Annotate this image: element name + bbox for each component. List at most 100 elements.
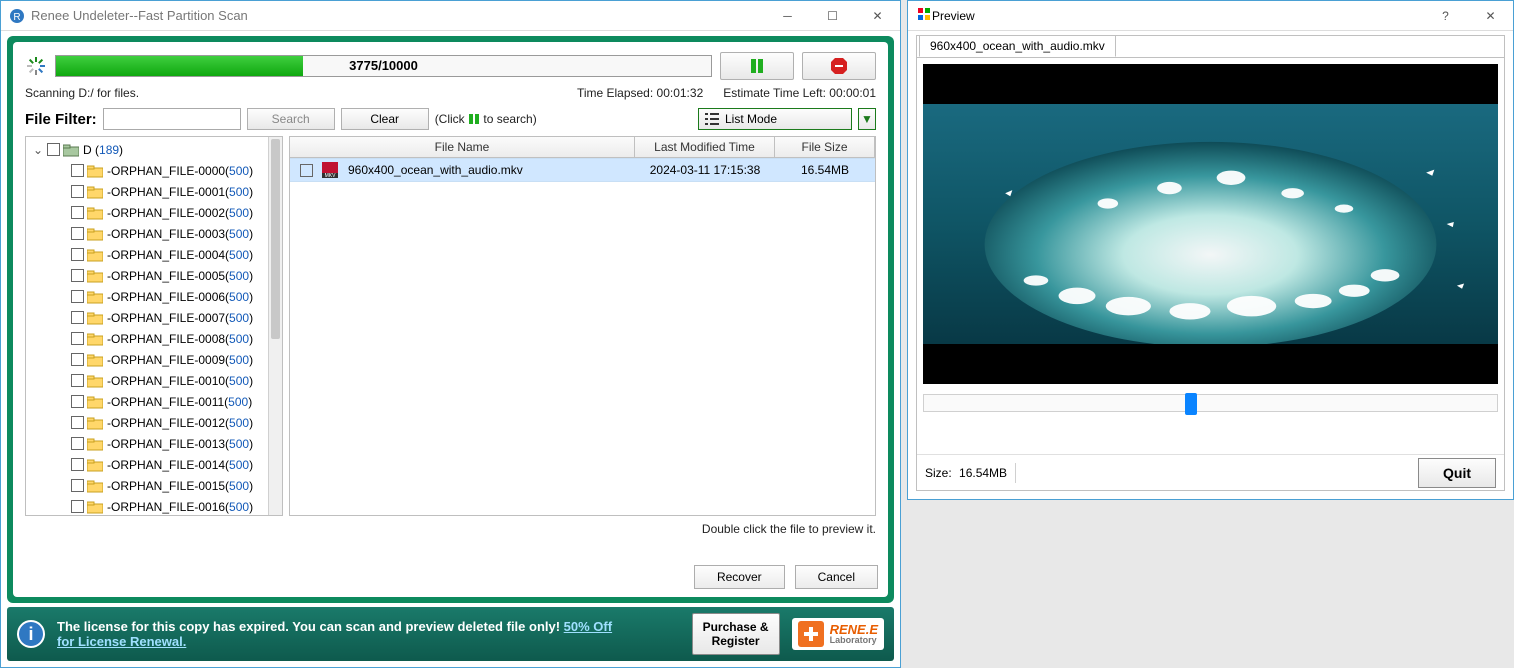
tree-expander[interactable]: ⌄ bbox=[32, 143, 44, 157]
tree-item-checkbox[interactable] bbox=[71, 416, 84, 429]
tree-item[interactable]: -ORPHAN_FILE-0008 (500) bbox=[28, 328, 266, 349]
tree-item-name: -ORPHAN_FILE-0006 bbox=[107, 290, 225, 304]
window-title: Renee Undeleter--Fast Partition Scan bbox=[31, 8, 248, 23]
tree-item[interactable]: -ORPHAN_FILE-0001 (500) bbox=[28, 181, 266, 202]
footer-offer-link[interactable]: 50% Off bbox=[564, 619, 612, 634]
tree-item-name: -ORPHAN_FILE-0003 bbox=[107, 227, 225, 241]
tree-item-checkbox[interactable] bbox=[71, 374, 84, 387]
col-filename[interactable]: File Name bbox=[290, 137, 635, 157]
tree-root-checkbox[interactable] bbox=[47, 143, 60, 156]
file-filter-input[interactable] bbox=[103, 108, 241, 130]
logo-text: RENE.E Laboratory bbox=[830, 623, 878, 645]
close-button[interactable]: ✕ bbox=[855, 1, 900, 30]
estimate-time: Estimate Time Left: 00:00:01 bbox=[723, 86, 876, 100]
tree-item-checkbox[interactable] bbox=[71, 353, 84, 366]
folder-icon bbox=[87, 269, 103, 283]
tree-item[interactable]: -ORPHAN_FILE-0016 (500) bbox=[28, 496, 266, 515]
preview-size: Size: 16.54MB bbox=[925, 466, 1007, 480]
preview-tab[interactable]: 960x400_ocean_with_audio.mkv bbox=[919, 35, 1116, 57]
folder-icon bbox=[87, 395, 103, 409]
tree-item-checkbox[interactable] bbox=[71, 206, 84, 219]
tree-item[interactable]: -ORPHAN_FILE-0000 (500) bbox=[28, 160, 266, 181]
file-filter-label: File Filter: bbox=[25, 111, 97, 128]
tree-item[interactable]: -ORPHAN_FILE-0013 (500) bbox=[28, 433, 266, 454]
tree-item-count: 500 bbox=[229, 290, 249, 304]
minimize-button[interactable]: ─ bbox=[765, 1, 810, 30]
preview-help-button[interactable]: ? bbox=[1423, 1, 1468, 30]
tree-item-checkbox[interactable] bbox=[71, 311, 84, 324]
col-date[interactable]: Last Modified Time bbox=[635, 137, 775, 157]
preview-app-icon bbox=[916, 6, 932, 25]
folder-icon bbox=[87, 500, 103, 514]
tree-item-name: -ORPHAN_FILE-0015 bbox=[107, 479, 225, 493]
tree-scrollbar[interactable] bbox=[268, 137, 282, 515]
tree-item[interactable]: -ORPHAN_FILE-0009 (500) bbox=[28, 349, 266, 370]
tree-scrollbar-thumb[interactable] bbox=[271, 139, 280, 339]
lists-row: ⌄ D (189) -ORPHAN_FILE-0000 (500)-ORPHAN… bbox=[25, 136, 876, 516]
folder-icon bbox=[87, 458, 103, 472]
video-preview[interactable] bbox=[923, 64, 1498, 384]
tree-item-paren-close: ) bbox=[249, 311, 253, 325]
tree-item-count: 500 bbox=[229, 353, 249, 367]
tree-item-checkbox[interactable] bbox=[71, 227, 84, 240]
tree-item-checkbox[interactable] bbox=[71, 290, 84, 303]
tree-item-checkbox[interactable] bbox=[71, 458, 84, 471]
mkv-icon: MKV bbox=[322, 162, 338, 178]
tree-item-paren-close: ) bbox=[249, 206, 253, 220]
clear-button[interactable]: Clear bbox=[341, 108, 429, 130]
tree-root: ⌄ D (189) -ORPHAN_FILE-0000 (500)-ORPHAN… bbox=[26, 137, 268, 515]
preview-close-button[interactable]: ✕ bbox=[1468, 1, 1513, 30]
search-button[interactable]: Search bbox=[247, 108, 335, 130]
action-buttons: Recover Cancel bbox=[694, 565, 878, 589]
col-size[interactable]: File Size bbox=[775, 137, 875, 157]
recover-button[interactable]: Recover bbox=[694, 565, 785, 589]
tree-item[interactable]: -ORPHAN_FILE-0015 (500) bbox=[28, 475, 266, 496]
tree-item[interactable]: -ORPHAN_FILE-0006 (500) bbox=[28, 286, 266, 307]
file-header: File Name Last Modified Time File Size bbox=[290, 137, 875, 158]
progress-text: 3775/10000 bbox=[56, 58, 711, 73]
video-frame bbox=[923, 104, 1498, 344]
playback-slider-thumb[interactable] bbox=[1185, 393, 1197, 415]
maximize-button[interactable]: ☐ bbox=[810, 1, 855, 30]
tree-children: -ORPHAN_FILE-0000 (500)-ORPHAN_FILE-0001… bbox=[28, 160, 266, 515]
tree-item-name: -ORPHAN_FILE-0004 bbox=[107, 248, 225, 262]
file-row-checkbox[interactable] bbox=[300, 164, 313, 177]
stop-button[interactable] bbox=[802, 52, 876, 80]
tree-item-checkbox[interactable] bbox=[71, 332, 84, 345]
file-row[interactable]: MKV960x400_ocean_with_audio.mkv2024-03-1… bbox=[290, 158, 875, 182]
tree-item-checkbox[interactable] bbox=[71, 248, 84, 261]
tree-item[interactable]: -ORPHAN_FILE-0004 (500) bbox=[28, 244, 266, 265]
quit-button[interactable]: Quit bbox=[1418, 458, 1496, 488]
tree-item-checkbox[interactable] bbox=[71, 437, 84, 450]
file-size: 16.54MB bbox=[775, 163, 875, 177]
tree-item-checkbox[interactable] bbox=[71, 395, 84, 408]
tree-item-paren-close: ) bbox=[249, 269, 253, 283]
tree-item-checkbox[interactable] bbox=[71, 479, 84, 492]
footer-renewal-link[interactable]: for License Renewal. bbox=[57, 634, 186, 649]
tree-item[interactable]: -ORPHAN_FILE-0011 (500) bbox=[28, 391, 266, 412]
pause-button[interactable] bbox=[720, 52, 794, 80]
tree-item-checkbox[interactable] bbox=[71, 185, 84, 198]
list-mode-dropdown[interactable]: ▼ bbox=[858, 108, 876, 130]
playback-slider[interactable] bbox=[923, 394, 1498, 412]
svg-text:MKV: MKV bbox=[325, 173, 337, 178]
tree-item-paren-close: ) bbox=[249, 479, 253, 493]
folder-icon bbox=[87, 227, 103, 241]
tree-item-paren-close: ) bbox=[249, 458, 253, 472]
tree-item-checkbox[interactable] bbox=[71, 269, 84, 282]
tree-item[interactable]: -ORPHAN_FILE-0012 (500) bbox=[28, 412, 266, 433]
tree-item[interactable]: -ORPHAN_FILE-0010 (500) bbox=[28, 370, 266, 391]
tree-item-count: 500 bbox=[229, 227, 249, 241]
cancel-button[interactable]: Cancel bbox=[795, 565, 878, 589]
tree-item-checkbox[interactable] bbox=[71, 164, 84, 177]
purchase-register-button[interactable]: Purchase &Register bbox=[692, 613, 780, 656]
list-mode-button[interactable]: List Mode bbox=[698, 108, 852, 130]
tree-root-row[interactable]: ⌄ D (189) bbox=[28, 139, 266, 160]
tree-item[interactable]: -ORPHAN_FILE-0005 (500) bbox=[28, 265, 266, 286]
tree-item[interactable]: -ORPHAN_FILE-0002 (500) bbox=[28, 202, 266, 223]
tree-item[interactable]: -ORPHAN_FILE-0014 (500) bbox=[28, 454, 266, 475]
tree-item-checkbox[interactable] bbox=[71, 500, 84, 513]
tree-item[interactable]: -ORPHAN_FILE-0003 (500) bbox=[28, 223, 266, 244]
file-date: 2024-03-11 17:15:38 bbox=[635, 163, 775, 177]
tree-item[interactable]: -ORPHAN_FILE-0007 (500) bbox=[28, 307, 266, 328]
